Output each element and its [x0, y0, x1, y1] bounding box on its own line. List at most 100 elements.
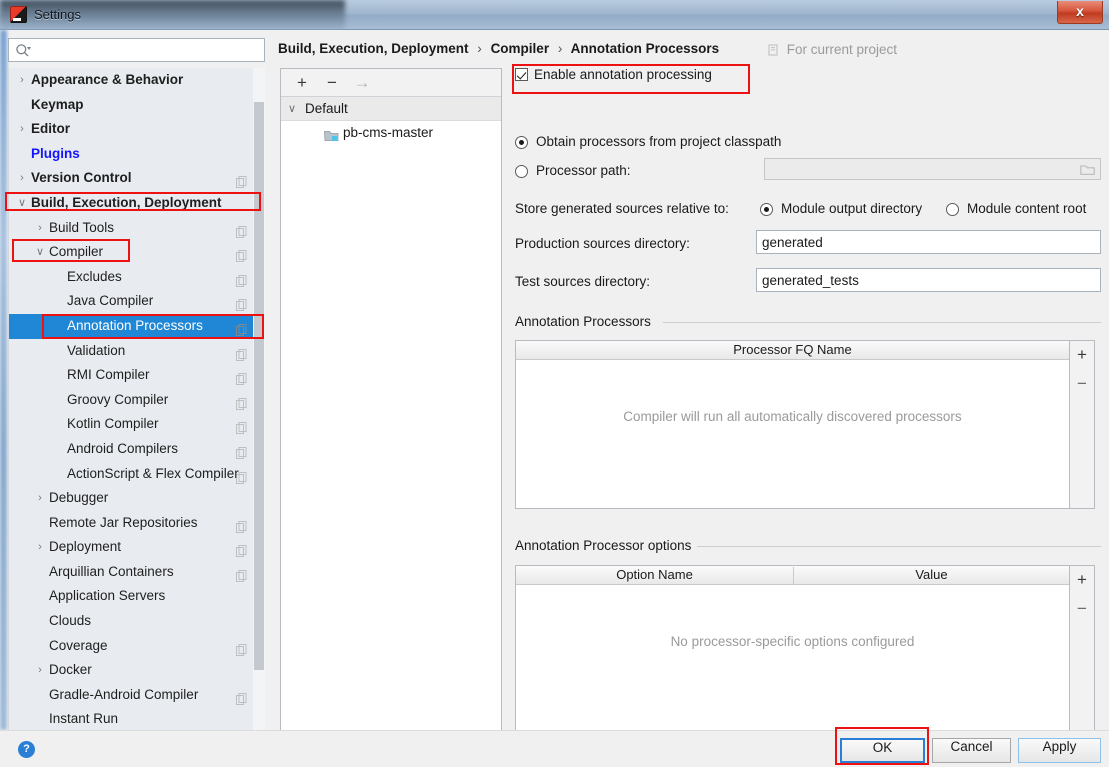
sidebar-item-excludes[interactable]: Excludes	[9, 265, 265, 290]
close-icon[interactable]: x	[1057, 1, 1103, 24]
column-value[interactable]: Value	[794, 566, 1069, 584]
settings-category-tree[interactable]: › Appearance & Behavior Keymap › Editor Plugi…	[8, 68, 265, 756]
copy-settings-icon[interactable]	[236, 369, 247, 386]
sidebar-item-application-servers[interactable]: Application Servers	[9, 584, 265, 609]
add-profile-button[interactable]: +	[291, 73, 313, 93]
window-title: Settings	[34, 7, 81, 22]
copy-settings-icon[interactable]	[236, 271, 247, 287]
sidebar-scrollbar-thumb[interactable]	[254, 102, 264, 670]
sidebar-scrollbar-track[interactable]	[253, 68, 265, 756]
add-option-button[interactable]: +	[1070, 567, 1094, 593]
sidebar-item-keymap[interactable]: Keymap	[9, 93, 265, 118]
sidebar-item-docker[interactable]: › Docker	[9, 658, 265, 683]
sidebar-item-debugger[interactable]: › Debugger	[9, 486, 265, 511]
copy-settings-icon[interactable]	[236, 541, 247, 558]
remove-processor-button[interactable]: −	[1070, 371, 1094, 397]
column-processor-fq-name[interactable]: Processor FQ Name	[516, 341, 1069, 359]
sidebar-item-coverage[interactable]: Coverage	[9, 634, 265, 659]
profile-module-row[interactable]: pb-cms-master	[281, 121, 501, 145]
sidebar-item-editor[interactable]: › Editor	[9, 117, 265, 142]
processor-path-radio[interactable]	[515, 165, 528, 178]
apply-button[interactable]: Apply	[1018, 738, 1101, 763]
chevron-right-icon[interactable]: ›	[15, 117, 29, 142]
copy-settings-icon[interactable]	[236, 246, 247, 263]
copy-settings-icon[interactable]	[236, 443, 247, 459]
sidebar-item-validation[interactable]: Validation	[9, 339, 265, 364]
sidebar-item-deployment[interactable]: › Deployment	[9, 535, 265, 560]
copy-settings-icon[interactable]	[236, 320, 247, 336]
breadcrumb-part-1[interactable]: Build, Execution, Deployment	[278, 41, 469, 56]
breadcrumb-part-2[interactable]: Compiler	[491, 41, 550, 56]
breadcrumb-part-3[interactable]: Annotation Processors	[571, 41, 720, 56]
chevron-down-icon[interactable]: ∨	[288, 97, 296, 121]
copy-settings-icon[interactable]	[236, 689, 247, 705]
help-icon[interactable]: ?	[18, 741, 35, 758]
sidebar-item-arquillian-containers[interactable]: Arquillian Containers	[9, 560, 265, 585]
chevron-right-icon[interactable]: ›	[15, 166, 29, 191]
folder-browse-icon[interactable]	[1080, 163, 1095, 176]
search-box[interactable]	[8, 38, 265, 62]
remove-option-button[interactable]: −	[1070, 596, 1094, 622]
sidebar-item-gradle-android-compiler[interactable]: Gradle-Android Compiler	[9, 683, 265, 708]
processor-options-side-buttons: + −	[1070, 565, 1095, 733]
copy-settings-icon[interactable]	[236, 517, 247, 533]
chevron-right-icon[interactable]: ›	[33, 486, 47, 511]
sidebar-item-label: RMI Compiler	[67, 367, 150, 383]
copy-settings-icon[interactable]	[236, 295, 247, 312]
sidebar-item-version-control[interactable]: › Version Control	[9, 166, 265, 191]
processor-path-input[interactable]	[764, 158, 1101, 180]
left-edge-blur-strip	[0, 30, 7, 730]
sidebar-item-groovy-compiler[interactable]: Groovy Compiler	[9, 388, 265, 413]
module-content-root-radio[interactable]	[946, 203, 959, 216]
move-to-profile-button[interactable]: →	[351, 73, 373, 93]
profile-default-row[interactable]: ∨ Default	[281, 97, 501, 121]
remove-profile-button[interactable]: −	[321, 73, 343, 93]
copy-settings-icon[interactable]	[236, 418, 247, 435]
chevron-down-icon[interactable]: ∨	[33, 240, 47, 265]
obtain-from-classpath-radio[interactable]	[515, 136, 528, 149]
chevron-down-icon[interactable]: ∨	[15, 191, 29, 216]
enable-annotation-processing-row[interactable]: Enable annotation processing	[512, 61, 752, 91]
sidebar-item-build-tools[interactable]: › Build Tools	[9, 216, 265, 241]
module-output-directory-label: Module output directory	[781, 201, 923, 216]
cancel-button[interactable]: Cancel	[932, 738, 1011, 763]
sidebar-item-rmi-compiler[interactable]: RMI Compiler	[9, 363, 265, 388]
ok-button[interactable]: OK	[840, 738, 925, 763]
add-processor-button[interactable]: +	[1070, 342, 1094, 368]
sidebar-item-android-compilers[interactable]: Android Compilers	[9, 437, 265, 462]
copy-settings-icon[interactable]	[236, 172, 247, 189]
chevron-right-icon[interactable]: ›	[15, 68, 29, 93]
sidebar-item-plugins[interactable]: Plugins	[9, 142, 265, 167]
enable-annotation-processing-checkbox[interactable]	[515, 68, 528, 81]
project-scope-icon	[768, 44, 779, 56]
sidebar-item-label: Version Control	[31, 170, 132, 186]
production-sources-input[interactable]	[756, 230, 1101, 254]
copy-settings-icon[interactable]	[236, 640, 247, 656]
sidebar-item-remote-jar-repositories[interactable]: Remote Jar Repositories	[9, 511, 265, 536]
copy-settings-icon[interactable]	[236, 468, 247, 484]
chevron-right-icon[interactable]: ›	[33, 216, 47, 241]
search-input[interactable]	[35, 41, 260, 60]
sidebar-item-actionscript-flex-compiler[interactable]: ActionScript & Flex Compiler	[9, 462, 265, 487]
copy-settings-icon[interactable]	[236, 222, 247, 238]
processor-options-table[interactable]: Option Name Value No processor-specific …	[515, 565, 1070, 733]
copy-settings-icon[interactable]	[236, 394, 247, 410]
sidebar-item-clouds[interactable]: Clouds	[9, 609, 265, 634]
column-option-name[interactable]: Option Name	[516, 566, 793, 584]
sidebar-item-appearance-behavior[interactable]: › Appearance & Behavior	[9, 68, 265, 93]
for-current-project-label: For current project	[768, 42, 897, 57]
chevron-right-icon[interactable]: ›	[33, 658, 47, 683]
test-sources-input[interactable]	[756, 268, 1101, 292]
sidebar-item-instant-run[interactable]: Instant Run	[9, 707, 265, 732]
annotation-processors-rule	[663, 322, 1101, 323]
sidebar-item-build-execution-deployment[interactable]: ∨ Build, Execution, Deployment	[9, 191, 265, 216]
sidebar-item-java-compiler[interactable]: Java Compiler	[9, 289, 265, 314]
sidebar-item-kotlin-compiler[interactable]: Kotlin Compiler	[9, 412, 265, 437]
processors-table[interactable]: Processor FQ Name Compiler will run all …	[515, 340, 1070, 509]
chevron-right-icon[interactable]: ›	[33, 535, 47, 560]
copy-settings-icon[interactable]	[236, 345, 247, 361]
sidebar-item-compiler[interactable]: ∨ Compiler	[9, 240, 265, 265]
module-output-directory-radio[interactable]	[760, 203, 773, 216]
sidebar-item-annotation-processors[interactable]: Annotation Processors	[9, 313, 265, 339]
copy-settings-icon[interactable]	[236, 566, 247, 582]
